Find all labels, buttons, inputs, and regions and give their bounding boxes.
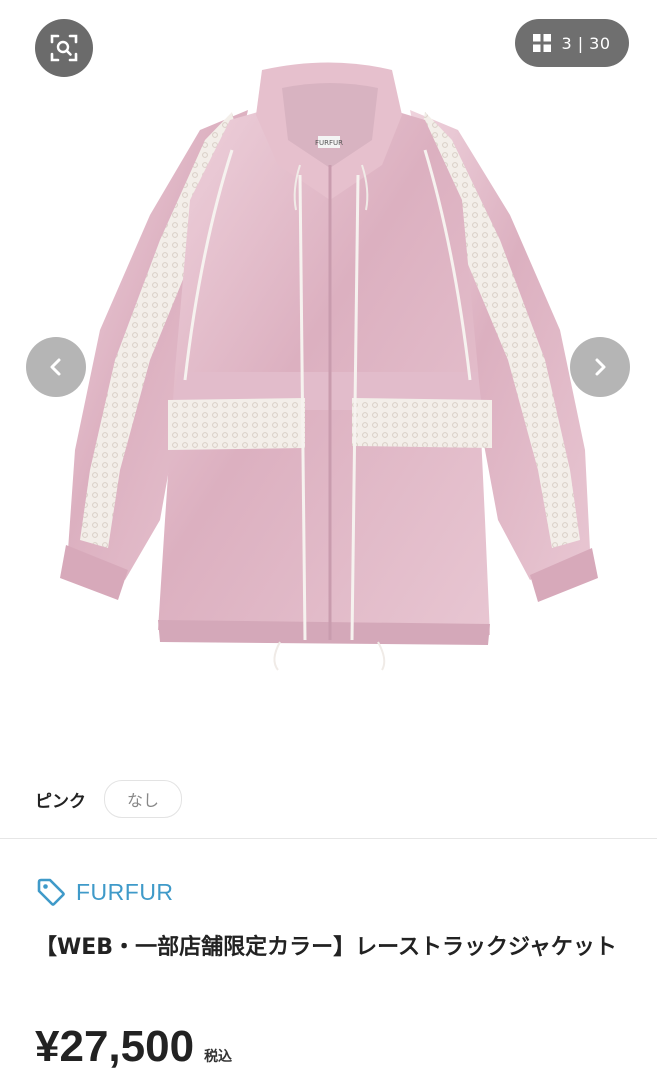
price-row: ¥27,500 税込 [35,1022,232,1072]
tag-icon [37,878,65,906]
brand-link[interactable]: FURFUR [35,876,174,908]
product-image-jacket: FURFUR [60,62,598,671]
previous-image-button[interactable] [26,337,86,397]
image-counter-button[interactable]: 3 | 30 [515,19,629,67]
grid-icon [533,34,552,52]
image-search-icon [50,34,78,62]
product-title: 【WEB・一部店舗限定カラー】レーストラックジャケット [35,935,617,960]
image-search-button[interactable] [35,19,93,77]
tax-label: 税込 [204,1049,233,1065]
chevron-left-icon [50,358,61,376]
color-label: ピンク [35,791,86,812]
svg-text:FURFUR: FURFUR [315,139,343,147]
product-price: ¥27,500 [35,1022,195,1071]
chevron-right-icon [595,358,606,376]
brand-name: FURFUR [76,878,174,905]
image-counter-text: 3 | 30 [561,33,611,53]
option-chip[interactable]: なし [104,780,183,818]
product-image-gallery[interactable]: FURFUR 3 | 30 [0,0,657,760]
divider [0,838,657,839]
next-image-button[interactable] [570,337,630,397]
variant-row: ピンク なし [35,780,183,818]
